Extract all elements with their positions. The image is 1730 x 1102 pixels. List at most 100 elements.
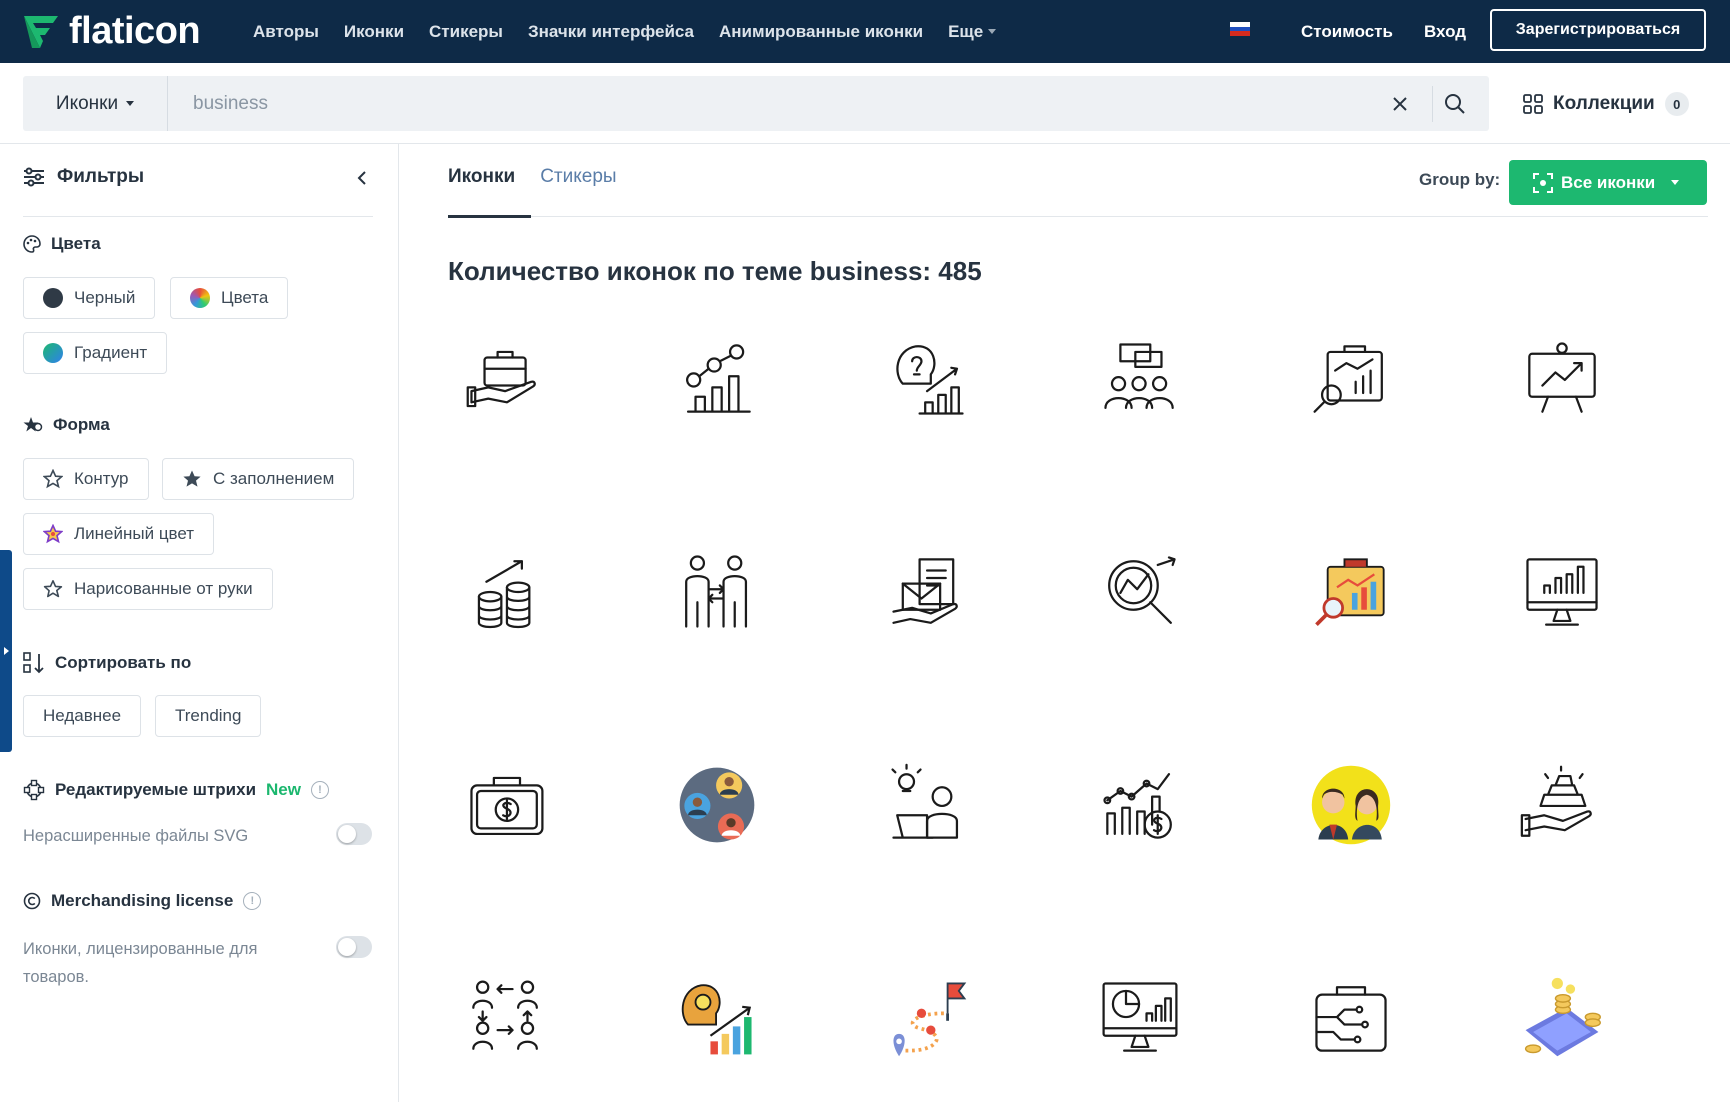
nav-link-interface-icons[interactable]: Значки интерфейса: [528, 22, 694, 42]
chevron-right-icon: [3, 647, 9, 655]
icon-result-tile[interactable]: [1306, 973, 1396, 1063]
logo-text: flaticon: [69, 10, 201, 52]
color-gradient-chip[interactable]: Градиент: [23, 332, 168, 374]
collapse-filters-button[interactable]: [352, 168, 372, 188]
icon-result-tile[interactable]: [883, 760, 973, 850]
nav-more-menu[interactable]: Еще: [948, 22, 997, 42]
icon-result-tile[interactable]: [672, 334, 762, 424]
icon-result-tile[interactable]: [1517, 973, 1607, 1063]
merch-license-title: Merchandising license !: [23, 891, 262, 911]
icon-result-tile[interactable]: [672, 760, 762, 850]
shape-filled-chip[interactable]: С заполнением: [162, 458, 355, 500]
groupby-label: Group by:: [1419, 170, 1501, 189]
search-button[interactable]: [1441, 90, 1469, 118]
tab-icons[interactable]: Иконки: [448, 166, 515, 188]
pricing-link[interactable]: Стоимость: [1301, 0, 1393, 63]
shape-hand-drawn-label: Нарисованные от руки: [74, 579, 253, 598]
chevron-down-icon: [1671, 180, 1679, 185]
login-link[interactable]: Вход: [1424, 0, 1466, 63]
shape-section-title: Форма: [23, 415, 110, 435]
shape-outline-label: Контур: [74, 469, 129, 488]
shape-title: Форма: [53, 415, 110, 434]
nav-link-stickers[interactable]: Стикеры: [429, 22, 503, 42]
svg-toggle-label: Нерасширенные файлы SVG: [23, 827, 249, 845]
shapes-icon: [23, 417, 43, 432]
shape-filled-label: С заполнением: [213, 469, 335, 488]
icon-result-tile[interactable]: [883, 547, 973, 637]
tabs-divider: [448, 216, 1708, 217]
icon-result-tile[interactable]: [1095, 760, 1185, 850]
filters-divider: [23, 216, 373, 217]
icon-result-tile[interactable]: [1095, 547, 1185, 637]
collections-button[interactable]: Коллекции 0: [1523, 86, 1689, 122]
business-couple-icon: [1311, 765, 1391, 845]
presentation-board-icon: [1528, 342, 1596, 413]
chevron-left-icon: [357, 171, 366, 185]
russia-flag-icon[interactable]: [1230, 22, 1250, 37]
sort-trending-chip[interactable]: Trending: [155, 695, 262, 737]
merch-toggle-label: Иконки, лицензированные для товаров.: [23, 935, 257, 991]
search-type-dropdown[interactable]: Иконки: [23, 76, 168, 131]
groupby-value: Все иконки: [1561, 172, 1656, 192]
gold-bars-hand-icon: [1520, 765, 1592, 837]
svg-toggle[interactable]: [336, 823, 372, 845]
envelope-document-icon: [892, 558, 958, 624]
color-black-chip[interactable]: Черный: [23, 277, 156, 319]
briefcase-analytics-icon: [1313, 345, 1383, 413]
merch-toggle[interactable]: [336, 936, 372, 958]
signup-button[interactable]: Зарегистрироваться: [1490, 9, 1706, 51]
nav-link-icons[interactable]: Иконки: [344, 22, 404, 42]
flaticon-logo-icon: [24, 15, 58, 48]
coins-phone-icon: [1524, 977, 1601, 1057]
merch-license-label: Merchandising license: [51, 891, 234, 910]
icon-result-tile[interactable]: [1517, 547, 1607, 637]
icon-result-tile[interactable]: [883, 973, 973, 1063]
editable-strokes-label: Редактируемые штрихи: [55, 780, 257, 799]
info-icon[interactable]: !: [311, 781, 329, 799]
icon-result-tile[interactable]: [1306, 547, 1396, 637]
nav-link-authors[interactable]: Авторы: [253, 22, 319, 42]
header-divider: [0, 143, 1730, 144]
sort-icon: [23, 652, 44, 674]
merch-toggle-label-line1: Иконки, лицензированные для: [23, 940, 258, 958]
nav-link-animated-icons[interactable]: Анимированные иконки: [719, 22, 923, 42]
shape-outline-chip[interactable]: Контур: [23, 458, 149, 500]
icon-result-tile[interactable]: [1306, 760, 1396, 850]
icon-result-tile[interactable]: [1517, 334, 1607, 424]
briefcase-in-hand-icon: [466, 350, 536, 408]
icon-result-tile[interactable]: [461, 973, 551, 1063]
icon-result-tile[interactable]: [1517, 760, 1607, 850]
sidebar-expand-handle[interactable]: [0, 550, 12, 752]
search-input[interactable]: [193, 84, 1393, 124]
sort-recent-chip[interactable]: Недавнее: [23, 695, 142, 737]
clear-search-button[interactable]: [1386, 90, 1414, 118]
icon-result-tile[interactable]: [672, 547, 762, 637]
content-tabs: Иконки Стикеры: [448, 166, 617, 188]
chevron-down-icon: [126, 101, 135, 106]
star-lineal-color-icon: [43, 524, 63, 544]
icon-result-tile[interactable]: [461, 760, 551, 850]
colors-title: Цвета: [51, 234, 101, 253]
icon-result-tile[interactable]: [883, 334, 973, 424]
icon-result-tile[interactable]: [1095, 334, 1185, 424]
icon-result-tile[interactable]: [1095, 973, 1185, 1063]
color-multicolor-chip[interactable]: Цвета: [170, 277, 289, 319]
icon-result-tile[interactable]: [461, 547, 551, 637]
icon-result-tile[interactable]: [461, 334, 551, 424]
idea-head-chart-icon: [896, 345, 964, 415]
icon-result-tile[interactable]: [672, 973, 762, 1063]
info-icon[interactable]: !: [243, 892, 262, 910]
shape-lineal-color-label: Линейный цвет: [74, 524, 195, 543]
groupby-dropdown[interactable]: Все иконки: [1509, 160, 1707, 205]
icon-result-tile[interactable]: [1306, 334, 1396, 424]
sort-trending-label: Trending: [175, 706, 242, 725]
color-black-label: Черный: [74, 288, 136, 307]
new-badge: New: [266, 780, 301, 799]
tab-stickers[interactable]: Стикеры: [540, 166, 616, 188]
flaticon-logo[interactable]: flaticon: [22, 10, 201, 53]
shape-hand-drawn-chip[interactable]: Нарисованные от руки: [23, 568, 273, 610]
gradient-swatch-icon: [43, 343, 63, 363]
shape-lineal-color-chip[interactable]: Линейный цвет: [23, 513, 215, 555]
sidebar-divider: [398, 144, 399, 1102]
idea-head-growth-icon: [681, 984, 752, 1055]
